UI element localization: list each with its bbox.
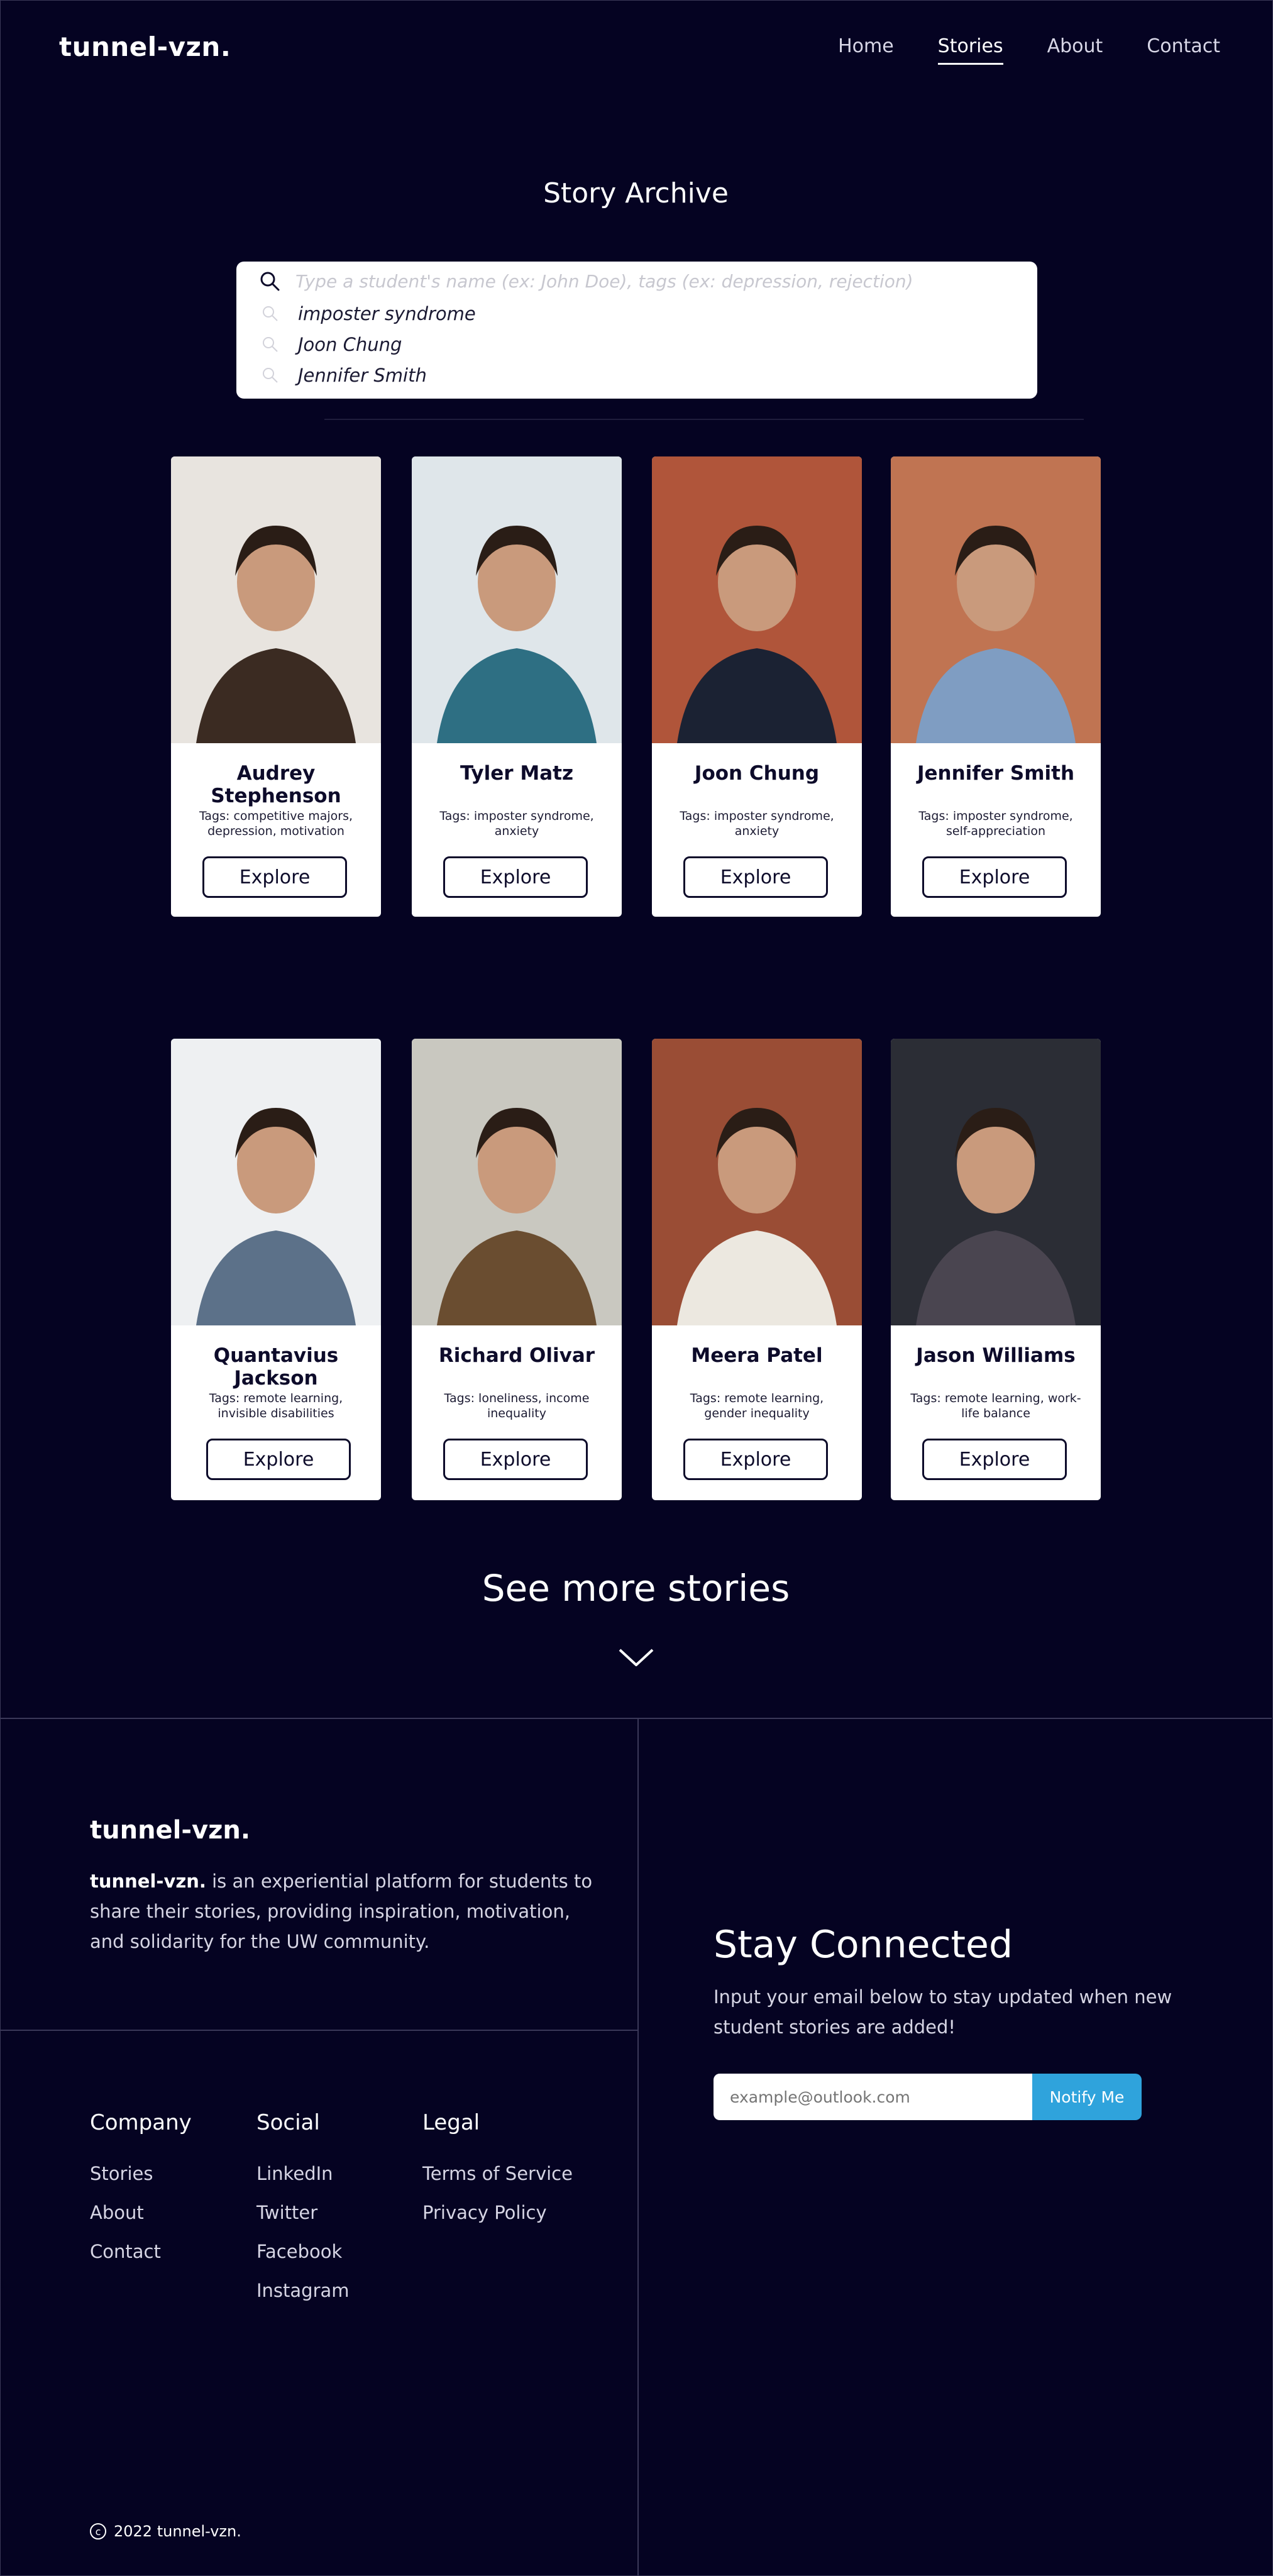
- stay-connected-text: Input your email below to stay updated w…: [714, 1986, 1172, 2038]
- footer-link-facebook[interactable]: Facebook: [256, 2241, 342, 2262]
- search-input[interactable]: Type a student's name (ex: John Doe), ta…: [295, 271, 913, 292]
- suggestion-label: imposter syndrome: [298, 303, 476, 324]
- student-name: Richard Olivar: [438, 1344, 595, 1367]
- story-card: Jason Williams Tags: remote learning, wo…: [891, 1039, 1101, 1500]
- story-card: Quantavius Jackson Tags: remote learning…: [171, 1039, 381, 1500]
- email-field[interactable]: [714, 2074, 1034, 2120]
- footer-link-linkedin[interactable]: LinkedIn: [256, 2163, 333, 2184]
- nav-stories[interactable]: Stories: [937, 35, 1003, 65]
- student-photo: [652, 456, 862, 743]
- student-tags: Tags: loneliness, income inequality: [444, 1391, 590, 1420]
- footer-col-title-legal: Legal: [422, 2110, 480, 2135]
- search-box[interactable]: Type a student's name (ex: John Doe), ta…: [236, 262, 1037, 399]
- search-icon: [263, 337, 278, 352]
- see-more-link[interactable]: See more stories: [0, 1567, 1272, 1610]
- footer-description: tunnel-vzn. is an experiential platform …: [90, 1866, 593, 1957]
- search-suggestion[interactable]: imposter syndrome: [259, 303, 476, 324]
- footer-vertical-divider: [637, 1718, 639, 2576]
- student-name: Quantavius Jackson: [213, 1344, 339, 1390]
- explore-button[interactable]: Explore: [202, 856, 347, 898]
- student-tags: Tags: remote learning, work-life balance: [910, 1391, 1081, 1420]
- student-name: Tyler Matz: [460, 762, 574, 785]
- footer-logo: tunnel-vzn.: [90, 1816, 251, 1845]
- search-suggestion[interactable]: Jennifer Smith: [259, 365, 427, 386]
- footer-link-contact[interactable]: Contact: [90, 2241, 161, 2262]
- student-name: Audrey Stephenson: [211, 762, 341, 807]
- student-name: Joon Chung: [694, 762, 820, 785]
- story-card: Joon Chung Tags: imposter syndrome, anxi…: [652, 456, 862, 917]
- nav-contact[interactable]: Contact: [1147, 35, 1220, 57]
- divider: [324, 419, 1084, 420]
- story-card: Meera Patel Tags: remote learning, gende…: [652, 1039, 862, 1500]
- student-tags: Tags: remote learning, invisible disabil…: [209, 1391, 343, 1420]
- student-photo: [171, 456, 381, 743]
- notify-me-button[interactable]: Notify Me: [1032, 2074, 1142, 2120]
- student-tags: Tags: imposter syndrome, self-appreciati…: [918, 809, 1073, 838]
- student-photo: [652, 1039, 862, 1325]
- footer-link-privacy[interactable]: Privacy Policy: [422, 2202, 547, 2223]
- suggestion-label: Jennifer Smith: [298, 365, 427, 386]
- student-name: Jason Williams: [916, 1344, 1076, 1367]
- search-input-row[interactable]: Type a student's name (ex: John Doe), ta…: [259, 270, 913, 292]
- search-icon: [263, 306, 278, 321]
- student-photo: [891, 456, 1101, 743]
- student-name: Meera Patel: [691, 1344, 823, 1367]
- footer-link-twitter[interactable]: Twitter: [256, 2202, 317, 2223]
- footer-mid-divider: [0, 2030, 637, 2031]
- page-title: Story Archive: [543, 177, 729, 209]
- search-suggestion[interactable]: Joon Chung: [259, 334, 402, 355]
- student-photo: [891, 1039, 1101, 1325]
- student-tags: Tags: imposter syndrome, anxiety: [680, 809, 834, 838]
- student-tags: Tags: remote learning, gender inequality: [690, 1391, 824, 1420]
- student-tags: Tags: imposter syndrome, anxiety: [439, 809, 594, 838]
- chevron-down-icon[interactable]: [617, 1646, 655, 1669]
- story-card: Richard Olivar Tags: loneliness, income …: [412, 1039, 622, 1500]
- student-photo: [412, 1039, 622, 1325]
- search-icon: [263, 368, 278, 383]
- main-nav: Home Stories About Contact: [838, 35, 1220, 65]
- explore-button[interactable]: Explore: [443, 856, 588, 898]
- copyright-icon: c: [90, 2523, 106, 2540]
- copyright-text: 2022 tunnel-vzn.: [114, 2523, 241, 2540]
- student-tags: Tags: competitive majors, depression, mo…: [199, 809, 353, 838]
- explore-button[interactable]: Explore: [683, 1439, 828, 1480]
- footer-col-title-social: Social: [256, 2110, 320, 2135]
- footer-link-about[interactable]: About: [90, 2202, 144, 2223]
- copyright: c 2022 tunnel-vzn.: [90, 2523, 241, 2540]
- explore-button[interactable]: Explore: [922, 1439, 1067, 1480]
- explore-button[interactable]: Explore: [206, 1439, 351, 1480]
- student-photo: [412, 456, 622, 743]
- explore-button[interactable]: Explore: [922, 856, 1067, 898]
- footer-top-divider: [0, 1718, 1272, 1719]
- nav-about[interactable]: About: [1047, 35, 1103, 57]
- student-name: Jennifer Smith: [917, 762, 1075, 785]
- suggestion-label: Joon Chung: [298, 334, 402, 355]
- student-photo: [171, 1039, 381, 1325]
- explore-button[interactable]: Explore: [443, 1439, 588, 1480]
- explore-button[interactable]: Explore: [683, 856, 828, 898]
- footer-col-title-company: Company: [90, 2110, 192, 2135]
- footer-link-instagram[interactable]: Instagram: [256, 2280, 350, 2301]
- story-card: Audrey Stephenson Tags: competitive majo…: [171, 456, 381, 917]
- nav-home[interactable]: Home: [838, 35, 894, 57]
- stay-connected-title: Stay Connected: [714, 1923, 1013, 1967]
- footer-link-stories[interactable]: Stories: [90, 2163, 153, 2184]
- story-card: Jennifer Smith Tags: imposter syndrome, …: [891, 456, 1101, 917]
- site-logo[interactable]: tunnel-vzn.: [59, 31, 231, 62]
- search-icon: [260, 272, 280, 291]
- story-card: Tyler Matz Tags: imposter syndrome, anxi…: [412, 456, 622, 917]
- desc-brand: tunnel-vzn.: [90, 1871, 206, 1892]
- footer-link-terms[interactable]: Terms of Service: [422, 2163, 573, 2184]
